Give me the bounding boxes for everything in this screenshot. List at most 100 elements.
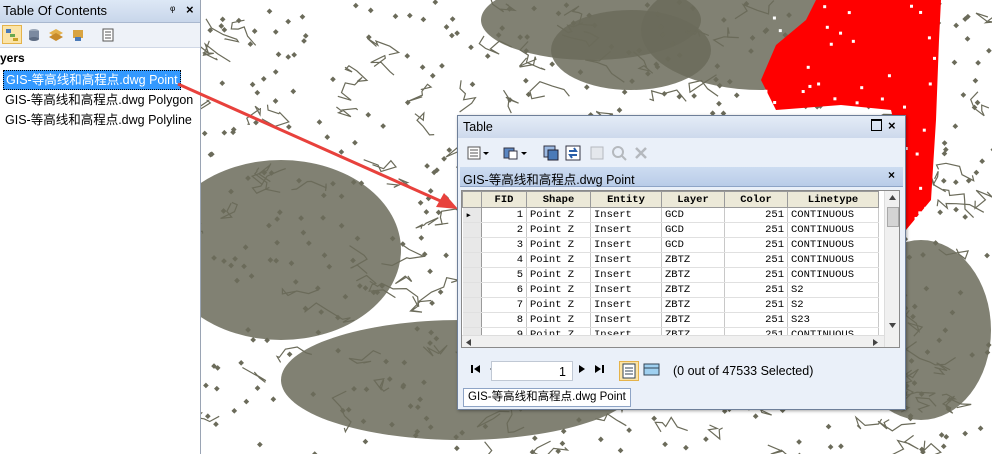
cell-linetype[interactable]: S2 (787, 297, 879, 313)
row-selector[interactable] (462, 282, 482, 298)
select-by-attributes-icon[interactable] (542, 143, 560, 163)
delete-selected-icon[interactable] (632, 143, 650, 163)
column-header-layer[interactable]: Layer (661, 191, 725, 208)
cell-color[interactable]: 251 (724, 297, 788, 313)
first-record-icon[interactable] (471, 364, 481, 377)
cell-color[interactable]: 251 (724, 207, 788, 223)
row-selector[interactable] (462, 267, 482, 283)
table-tab-header[interactable]: GIS-等高线和高程点.dwg Point × (460, 167, 903, 187)
related-tables-icon[interactable] (502, 143, 530, 163)
column-header-fid[interactable]: FID (481, 191, 527, 208)
cell-fid[interactable]: 7 (481, 297, 527, 313)
last-record-icon[interactable] (594, 364, 604, 377)
cell-fid[interactable]: 3 (481, 237, 527, 253)
table-row[interactable]: 2 Point Z Insert GCD 251 CONTINUOUS (462, 222, 879, 238)
cell-entity[interactable]: Insert (590, 237, 662, 253)
scroll-left-icon[interactable] (465, 338, 473, 347)
table-row[interactable]: 6 Point Z Insert ZBTZ 251 S2 (462, 282, 879, 298)
cell-shape[interactable]: Point Z (526, 222, 591, 238)
column-header-entity[interactable]: Entity (590, 191, 662, 208)
close-icon[interactable]: × (888, 118, 896, 133)
scroll-right-icon[interactable] (871, 338, 879, 347)
cell-fid[interactable]: 8 (481, 312, 527, 328)
scroll-down-icon[interactable] (888, 321, 897, 329)
column-header-color[interactable]: Color (724, 191, 788, 208)
cell-shape[interactable]: Point Z (526, 237, 591, 253)
cell-linetype[interactable]: S23 (787, 312, 879, 328)
cell-fid[interactable]: 4 (481, 252, 527, 268)
show-all-records-icon[interactable] (619, 361, 639, 384)
table-row[interactable]: 4 Point Z Insert ZBTZ 251 CONTINUOUS (462, 252, 879, 268)
cell-layer[interactable]: GCD (661, 222, 725, 238)
table-row[interactable]: 8 Point Z Insert ZBTZ 251 S23 (462, 312, 879, 328)
cell-shape[interactable]: Point Z (526, 252, 591, 268)
list-by-selection-icon[interactable] (68, 25, 88, 44)
cell-entity[interactable]: Insert (590, 297, 662, 313)
cell-shape[interactable]: Point Z (526, 297, 591, 313)
cell-fid[interactable]: 6 (481, 282, 527, 298)
list-by-source-icon[interactable] (24, 25, 44, 44)
column-header-linetype[interactable]: Linetype (787, 191, 879, 208)
row-selector[interactable] (462, 252, 482, 268)
options-icon[interactable] (98, 25, 118, 44)
table-row[interactable]: ▸ 1 Point Z Insert GCD 251 CONTINUOUS (462, 207, 879, 223)
table-row[interactable]: 5 Point Z Insert ZBTZ 251 CONTINUOUS (462, 267, 879, 283)
row-selector[interactable] (462, 297, 482, 313)
cell-entity[interactable]: Insert (590, 282, 662, 298)
show-selected-records-icon[interactable] (643, 363, 661, 380)
cell-color[interactable]: 251 (724, 237, 788, 253)
toc-layer-point[interactable]: GIS-等高线和高程点.dwg Point (3, 70, 181, 90)
cell-fid[interactable]: 5 (481, 267, 527, 283)
table-row[interactable]: 3 Point Z Insert GCD 251 CONTINUOUS (462, 237, 879, 253)
table-bottom-tab[interactable]: GIS-等高线和高程点.dwg Point (463, 388, 631, 407)
vertical-scrollbar[interactable] (884, 191, 899, 347)
row-selector[interactable]: ▸ (462, 207, 482, 223)
pin-icon[interactable]: ᵠ (170, 3, 175, 17)
cell-fid[interactable]: 2 (481, 222, 527, 238)
cell-shape[interactable]: Point Z (526, 207, 591, 223)
cell-entity[interactable]: Insert (590, 207, 662, 223)
current-record-input[interactable]: 1 (491, 361, 573, 381)
cell-linetype[interactable]: CONTINUOUS (787, 252, 879, 268)
cell-linetype[interactable]: CONTINUOUS (787, 237, 879, 253)
cell-entity[interactable]: Insert (590, 222, 662, 238)
close-icon[interactable]: × (186, 2, 194, 17)
close-tab-icon[interactable]: × (888, 168, 895, 182)
cell-color[interactable]: 251 (724, 282, 788, 298)
maximize-icon[interactable] (871, 119, 882, 131)
table-window-title-bar[interactable]: Table × (458, 116, 905, 138)
cell-shape[interactable]: Point Z (526, 267, 591, 283)
cell-linetype[interactable]: S2 (787, 282, 879, 298)
cell-layer[interactable]: GCD (661, 207, 725, 223)
list-by-visibility-icon[interactable] (46, 25, 66, 44)
column-header-shape[interactable]: Shape (526, 191, 591, 208)
cell-layer[interactable]: ZBTZ (661, 252, 725, 268)
cell-layer[interactable]: GCD (661, 237, 725, 253)
cell-layer[interactable]: ZBTZ (661, 297, 725, 313)
table-row[interactable]: 7 Point Z Insert ZBTZ 251 S2 (462, 297, 879, 313)
cell-fid[interactable]: 1 (481, 207, 527, 223)
cell-entity[interactable]: Insert (590, 252, 662, 268)
switch-selection-icon[interactable] (564, 143, 582, 163)
cell-linetype[interactable]: CONTINUOUS (787, 222, 879, 238)
cell-layer[interactable]: ZBTZ (661, 282, 725, 298)
cell-linetype[interactable]: CONTINUOUS (787, 267, 879, 283)
row-selector[interactable] (462, 237, 482, 253)
cell-entity[interactable]: Insert (590, 267, 662, 283)
horizontal-scrollbar[interactable] (462, 335, 884, 347)
cell-shape[interactable]: Point Z (526, 312, 591, 328)
next-record-icon[interactable] (578, 364, 586, 377)
clear-selection-icon[interactable] (588, 143, 606, 163)
cell-color[interactable]: 251 (724, 222, 788, 238)
cell-entity[interactable]: Insert (590, 312, 662, 328)
cell-color[interactable]: 251 (724, 267, 788, 283)
scroll-thumb[interactable] (887, 207, 899, 227)
toc-layer-polyline[interactable]: GIS-等高线和高程点.dwg Polyline (3, 111, 194, 129)
cell-layer[interactable]: ZBTZ (661, 267, 725, 283)
cell-color[interactable]: 251 (724, 312, 788, 328)
scroll-up-icon[interactable] (888, 194, 897, 202)
cell-color[interactable]: 251 (724, 252, 788, 268)
zoom-to-selected-icon[interactable] (610, 143, 628, 163)
cell-layer[interactable]: ZBTZ (661, 312, 725, 328)
list-by-drawing-order-icon[interactable] (2, 25, 22, 44)
